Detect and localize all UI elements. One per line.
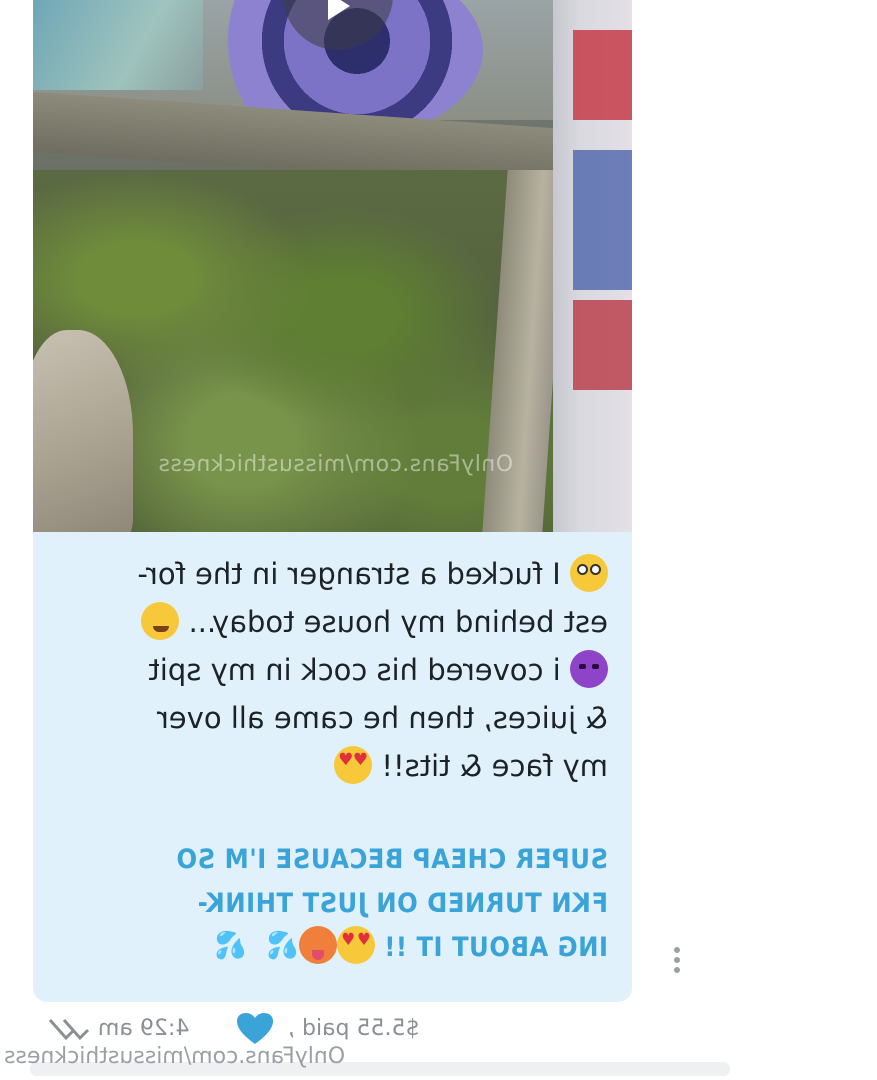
promo-line: FKN TURNED ON JUST THINK-	[197, 888, 608, 919]
caption-line: & juices, then he came all over	[156, 701, 608, 735]
heart-icon[interactable]	[236, 1012, 274, 1046]
graffiti-stripe	[573, 300, 632, 390]
video-thumbnail[interactable]: OnlyFans.com/missusthickness	[33, 0, 632, 532]
promo-line: ING ABOUT IT !!	[78, 926, 608, 970]
message-meta: 4:29 am $5.55 paid ,	[40, 1012, 640, 1048]
double-check-icon	[48, 1019, 90, 1041]
caption-line: I fucked a stranger in the for-	[78, 550, 608, 598]
caption-line: i covered his cock in my spit	[78, 646, 608, 694]
heart-eyes-icon	[336, 926, 375, 964]
drooling-face-icon	[141, 602, 180, 640]
promo-line: SUPER CHEAP BECAUSE I'M SO	[176, 844, 608, 875]
message-time: 4:29 am	[98, 1016, 190, 1041]
promo-text: SUPER CHEAP BECAUSE I'M SO FKN TURNED ON…	[78, 838, 608, 970]
graffiti-stripe	[573, 30, 632, 120]
caption-line: my face & tits!!	[78, 742, 608, 790]
hot-face-icon	[298, 926, 337, 964]
caption-line: est behind my house today...	[78, 598, 608, 646]
heart-eyes-icon	[334, 746, 373, 784]
flushed-face-icon	[570, 554, 608, 592]
video-watermark: OnlyFans.com/missusthickness	[158, 452, 514, 477]
message-price: $5.55 paid ,	[288, 1016, 420, 1041]
more-options-icon[interactable]	[668, 947, 686, 977]
graffiti-left	[33, 0, 203, 90]
smiling-devil-icon	[570, 650, 608, 688]
footer-watermark: OnlyFans.com/missusthickness	[4, 1044, 346, 1069]
message-bubble: OnlyFans.com/missusthickness I fucked a …	[33, 0, 632, 1002]
graffiti-stripe	[573, 150, 632, 290]
play-icon	[328, 0, 350, 20]
sweat-droplets-icon	[195, 926, 247, 964]
message-caption: I fucked a stranger in the for- est behi…	[78, 550, 608, 790]
sweat-droplets-icon	[247, 926, 299, 964]
